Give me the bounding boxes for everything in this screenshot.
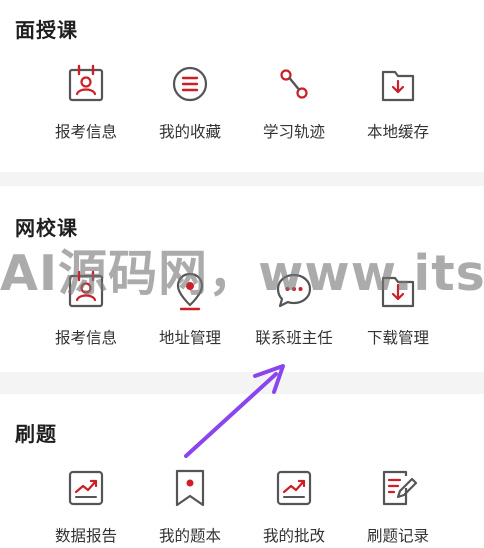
menu-item-my-favorites[interactable]: 我的收藏 [138,62,242,142]
menu-item-local-cache[interactable]: 本地缓存 [346,62,450,142]
chat-bubble-icon [276,273,312,308]
menu-item-my-question-book[interactable]: 我的题本 [138,466,242,546]
menu-item-label: 数据报告 [54,527,117,545]
menu-item-practice-records[interactable]: 刷题记录 [346,466,450,546]
edit-note-icon [382,470,418,506]
menu-item-label: 本地缓存 [366,123,429,141]
menu-item-label: 地址管理 [158,329,221,347]
id-card-icon [68,64,104,102]
folder-download-icon [381,276,415,308]
menu-item-label: 我的题本 [158,527,221,545]
menu-item-label: 刷题记录 [366,527,429,545]
section-online-course: 网校课 报考信息 地址管理 联系班主任 下载管理 [0,186,484,372]
menu-item-learning-track[interactable]: 学习轨迹 [242,62,346,142]
section-title: 面授课 [15,18,78,42]
menu-item-label: 下载管理 [366,329,429,347]
menu-item-label: 报考信息 [54,123,117,141]
section-face-course: 面授课 报考信息 我的收藏 学习轨迹 本地缓存 [0,0,484,172]
trend-chart-icon [68,470,104,506]
menu-item-label: 我的批改 [262,527,325,545]
route-icon [280,69,308,99]
menu-item-label: 我的收藏 [158,123,221,141]
section-practice: 刷题 数据报告 我的题本 我的批改 刷题记录 [0,394,484,548]
bookmark-icon [175,469,205,507]
list-circle-icon [172,66,208,102]
menu-item-data-report[interactable]: 数据报告 [34,466,138,546]
menu-item-label: 报考信息 [54,329,117,347]
section-title: 网校课 [15,216,78,240]
id-card-icon [68,270,104,308]
menu-item-my-corrections[interactable]: 我的批改 [242,466,346,546]
folder-download-icon [381,70,415,102]
section-title: 刷题 [15,422,57,446]
menu-item-address-management[interactable]: 地址管理 [138,268,242,348]
menu-item-contact-teacher[interactable]: 联系班主任 [242,268,346,348]
trend-chart-icon [276,470,312,506]
menu-item-label: 学习轨迹 [262,123,325,141]
menu-item-label: 联系班主任 [255,329,333,347]
location-icon [176,272,204,311]
menu-item-download-management[interactable]: 下载管理 [346,268,450,348]
menu-item-registration-info[interactable]: 报考信息 [34,62,138,142]
menu-item-registration-info[interactable]: 报考信息 [34,268,138,348]
